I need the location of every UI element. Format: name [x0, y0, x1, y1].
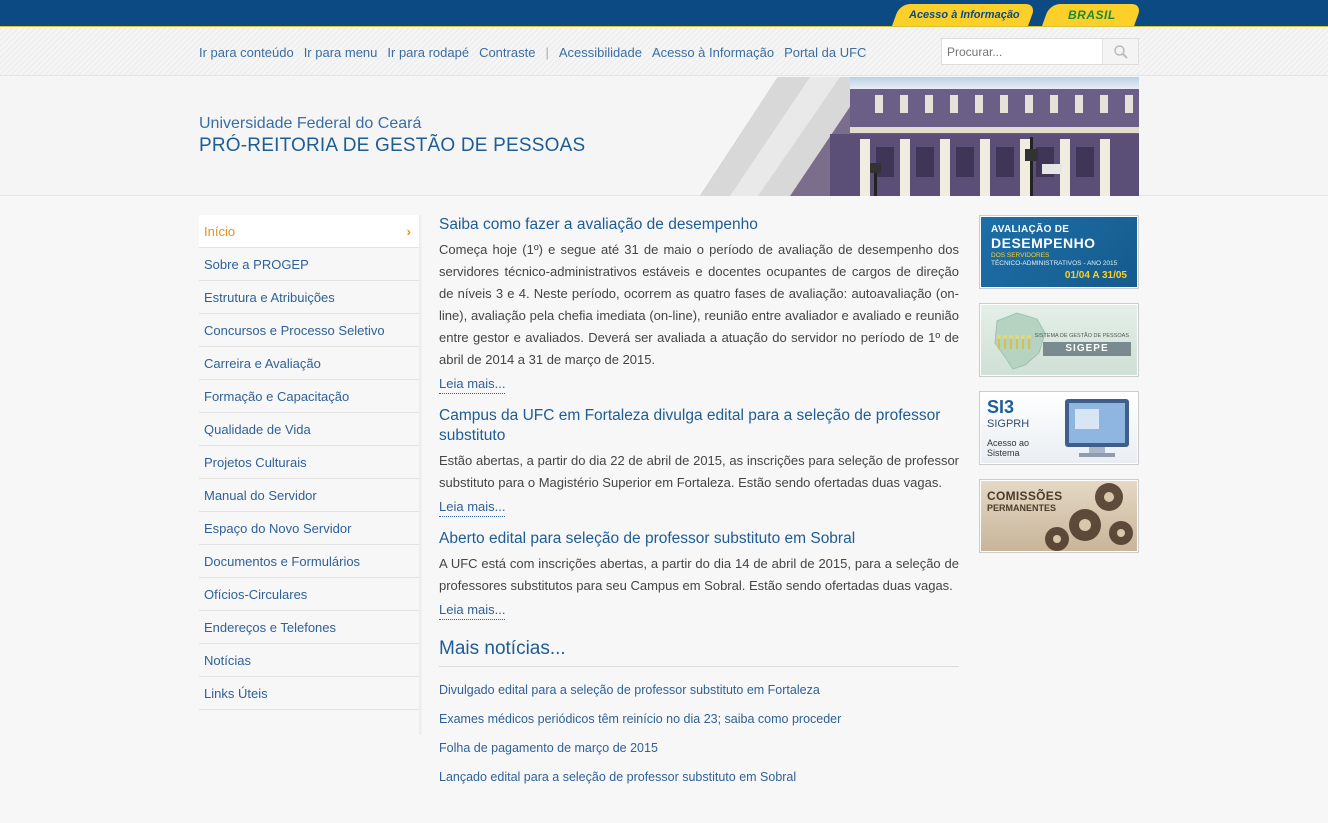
header-building-image [700, 77, 1139, 196]
sidebar-item-novo-servidor[interactable]: Espaço do Novo Servidor [199, 512, 419, 545]
sidebar-item-links[interactable]: Links Úteis [199, 677, 419, 710]
sidebar-item-enderecos[interactable]: Endereços e Telefones [199, 611, 419, 644]
si3-sigprh-banner[interactable]: SI3 SIGPRH Acesso ao Sistema [979, 391, 1139, 465]
more-news-section: Mais notícias... Divulgado edital para a… [439, 638, 959, 797]
government-bar: Acesso à Informação BRASIL [0, 0, 1328, 27]
sigepe-banner[interactable]: SISTEMA DE GESTÃO DE PESSOAS SIGEPE [979, 303, 1139, 377]
access-info-link[interactable]: Acesso à Informação [652, 45, 774, 60]
sidebar-item-inicio[interactable]: Início › [199, 215, 419, 248]
gears-icon [1045, 483, 1133, 551]
more-news-link[interactable]: Lançado edital para a seleção de profess… [439, 768, 959, 797]
right-banners: AVALIAÇÃO DE DESEMPENHO DOS SERVIDORES T… [979, 215, 1139, 567]
sidebar-menu: Início › Sobre a PROGEP Estrutura e Atrib… [199, 215, 419, 710]
search-input[interactable] [942, 39, 1102, 64]
brazil-map-icon [994, 312, 1046, 370]
university-name[interactable]: Universidade Federal do Ceará [199, 115, 421, 133]
comissoes-permanentes-banner[interactable]: COMISSÕES PERMANENTES [979, 479, 1139, 553]
site-header: Universidade Federal do Ceará PRÓ-REITOR… [0, 77, 1328, 196]
news-title[interactable]: Saiba como fazer a avaliação de desempen… [439, 215, 959, 235]
news-title[interactable]: Campus da UFC em Fortaleza divulga edita… [439, 406, 959, 446]
more-news-title[interactable]: Mais notícias... [439, 638, 959, 667]
sidebar-item-formacao[interactable]: Formação e Capacitação [199, 380, 419, 413]
access-info-tab[interactable]: Acesso à Informação [891, 4, 1037, 26]
sidebar-item-concursos[interactable]: Concursos e Processo Seletivo [199, 314, 419, 347]
read-more-link[interactable]: Leia mais... [439, 498, 506, 517]
more-news-link[interactable]: Divulgado edital para a seleção de profe… [439, 681, 959, 710]
sidebar-item-qualidade[interactable]: Qualidade de Vida [199, 413, 419, 446]
search-button[interactable] [1102, 39, 1138, 64]
accessibility-link[interactable]: Acessibilidade [559, 45, 642, 60]
ufc-portal-link[interactable]: Portal da UFC [784, 45, 866, 60]
read-more-link[interactable]: Leia mais... [439, 375, 506, 394]
accessibility-bar: Ir para conteúdo Ir para menu Ir para ro… [0, 28, 1328, 76]
sidebar-item-oficios[interactable]: Ofícios-Circulares [199, 578, 419, 611]
sidebar-item-manual[interactable]: Manual do Servidor [199, 479, 419, 512]
accessibility-links: Ir para conteúdo Ir para menu Ir para ro… [199, 45, 876, 60]
monitor-icon [1065, 399, 1129, 457]
chevron-right-icon: › [406, 223, 411, 239]
more-news-link[interactable]: Folha de pagamento de março de 2015 [439, 739, 959, 768]
news-item: Saiba como fazer a avaliação de desempen… [439, 215, 959, 394]
sidebar-item-carreira[interactable]: Carreira e Avaliação [199, 347, 419, 380]
search-box [941, 38, 1139, 65]
search-icon [1113, 44, 1128, 59]
news-item: Aberto edital para seleção de professor … [439, 529, 959, 620]
separator: | [545, 45, 549, 60]
more-news-link[interactable]: Exames médicos periódicos têm reinício n… [439, 710, 959, 739]
skip-to-menu-link[interactable]: Ir para menu [304, 45, 378, 60]
avaliacao-desempenho-banner[interactable]: AVALIAÇÃO DE DESEMPENHO DOS SERVIDORES T… [979, 215, 1139, 289]
news-body: Estão abertas, a partir do dia 22 de abr… [439, 453, 959, 490]
news-body: A UFC está com inscrições abertas, a par… [439, 556, 959, 593]
sidebar-shadow [419, 215, 423, 735]
sidebar-item-documentos[interactable]: Documentos e Formulários [199, 545, 419, 578]
sidebar-item-projetos[interactable]: Projetos Culturais [199, 446, 419, 479]
skip-to-footer-link[interactable]: Ir para rodapé [387, 45, 469, 60]
news-title[interactable]: Aberto edital para seleção de professor … [439, 529, 959, 549]
sidebar-item-noticias[interactable]: Notícias [199, 644, 419, 677]
brasil-tab[interactable]: BRASIL [1041, 4, 1143, 26]
sidebar-item-sobre[interactable]: Sobre a PROGEP [199, 248, 419, 281]
news-item: Campus da UFC em Fortaleza divulga edita… [439, 406, 959, 517]
skip-to-content-link[interactable]: Ir para conteúdo [199, 45, 294, 60]
main-content: Saiba como fazer a avaliação de desempen… [439, 215, 959, 797]
sidebar-item-estrutura[interactable]: Estrutura e Atribuições [199, 281, 419, 314]
contrast-link[interactable]: Contraste [479, 45, 535, 60]
read-more-link[interactable]: Leia mais... [439, 601, 506, 620]
department-title[interactable]: PRÓ-REITORIA DE GESTÃO DE PESSOAS [199, 135, 585, 157]
news-body: Começa hoje (1º) e segue até 31 de maio … [439, 242, 959, 367]
